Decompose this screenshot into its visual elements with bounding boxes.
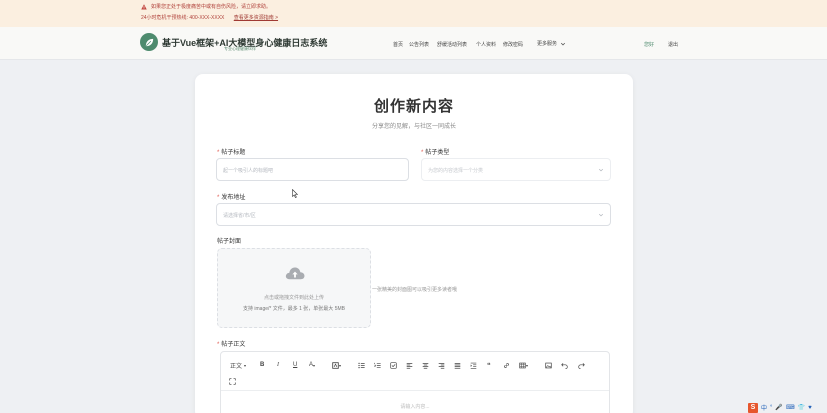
nav-profile[interactable]: 个人资料 [476,41,496,48]
link-icon [504,362,509,368]
todo-list-button[interactable] [390,360,397,370]
align-center-button[interactable] [422,360,429,370]
upload-tip: 支持 image/* 文件，最多 1 张，单张最大 5MB [243,306,345,312]
insert-table-button[interactable]: ▾ [519,360,528,370]
location-select[interactable]: 请选择省/市/区 [216,203,611,226]
alert-hotline-row: 24小时危机干预热线: 400-XXX-XXXX 查看更多资源指南 > [141,14,278,21]
align-left-button[interactable] [406,360,413,370]
post-title-label: * 帖子标题 [217,150,246,156]
nav-home[interactable]: 首页 [393,41,403,48]
ime-voice-icon[interactable]: 🎤 [775,404,782,411]
underline-button[interactable]: U [293,360,297,370]
create-post-card: 创作新内容 分享您的见解，与社区一同成长 * 帖子标题 起一个吸引人的标题吧 * 帖… [195,74,633,413]
table-icon [519,362,526,368]
nav-announcements[interactable]: 公告列表 [409,41,429,48]
resources-link[interactable]: 查看更多资源指南 > [234,15,278,21]
warning-icon [141,3,147,10]
bold-button[interactable]: B [260,360,264,370]
paragraph-style-select[interactable]: 正文 ▾ [230,360,246,370]
chevron-down-icon [560,42,566,45]
ime-more-icon[interactable]: ♥ [808,405,812,411]
nav-change-password[interactable]: 修改密码 [503,41,523,48]
ime-language-toggle[interactable]: 中 [761,403,767,412]
bullet-list-icon [358,362,365,368]
font-color-button[interactable]: A ▾ [309,360,315,370]
numbered-list-icon [374,362,381,368]
alert-message: 如果您正处于极度痛苦中或有自伤风险，请立即求助。 [141,3,271,10]
ime-skin-icon[interactable]: 👕 [798,404,805,411]
cover-label: 帖子封面 [217,239,242,245]
quote-button[interactable]: ❝ [487,360,491,370]
cover-side-hint: 一张精美的封面图可以吸引更多读者哦 [372,287,458,293]
justify-icon [454,362,461,369]
align-left-icon [406,362,413,369]
site-header: 基于Vue框架+AI大模型身心健康日志系统 专业心理健康伙伴 首页 公告列表 舒… [0,27,827,60]
quote-icon: ❝ [487,362,491,369]
required-mark: * [421,150,424,156]
chevron-down-icon [598,213,604,217]
bullet-list-button[interactable] [358,360,365,370]
fullscreen-icon [229,377,236,385]
location-placeholder: 请选择省/市/区 [223,213,256,219]
indent-button[interactable] [470,360,477,370]
leaf-logo-icon[interactable] [140,33,158,51]
page-subtitle: 分享您的见解，与社区一同成长 [371,124,456,130]
undo-button[interactable] [561,360,568,370]
post-type-label: * 帖子类型 [421,150,450,156]
background-color-button[interactable]: ▾ [332,360,341,370]
required-mark: * [217,195,220,201]
upload-instruction: 点击或拖拽文件到此处上传 [263,295,324,301]
rich-text-editor[interactable]: 正文 ▾ B I U A ▾ ▾ ❝ ▾ 请输入内容... [220,351,610,413]
location-label: * 发布地址 [217,195,246,201]
post-type-select[interactable]: 为您的内容选择一个分类 [421,158,611,181]
highlight-icon [332,361,339,369]
required-mark: * [217,342,220,348]
more-services-label: 更多服务 [537,41,558,47]
redo-button[interactable] [578,360,585,370]
justify-button[interactable] [454,360,461,370]
body-label: * 帖子正文 [217,342,246,348]
checkbox-icon [390,361,397,369]
site-subtitle: 专业心理健康伙伴 [224,46,256,51]
chevron-down-icon: ▾ [244,362,247,368]
crisis-alert-bar: 如果您正处于极度痛苦中或有自伤风险，请立即求助。 24小时危机干预热线: 400… [0,0,827,27]
logout-button[interactable]: 退出 [668,41,678,48]
mouse-cursor-icon [292,189,298,198]
insert-link-button[interactable] [503,360,510,370]
ime-keyboard-icon[interactable]: ⌨ [786,404,795,411]
redo-icon [578,362,585,369]
nav-activities[interactable]: 舒缓活动列表 [437,41,467,48]
page-title: 创作新内容 [373,98,454,115]
ime-punctuation-toggle[interactable]: ° [770,405,772,411]
italic-button[interactable]: I [277,360,279,370]
indent-icon [470,362,477,369]
undo-icon [561,362,568,369]
required-mark: * [217,150,220,156]
user-greeting[interactable]: 您好 [644,41,654,48]
numbered-list-button[interactable] [374,360,381,370]
post-title-placeholder: 起一个吸引人的标题吧 [223,168,274,174]
align-center-icon [422,362,429,369]
post-type-placeholder: 为您的内容选择一个分类 [428,168,484,174]
align-right-button[interactable] [438,360,445,370]
insert-image-button[interactable] [545,360,552,370]
ime-tray[interactable]: S 中 ° 🎤 ⌨ 👕 ♥ [748,402,812,413]
cloud-upload-icon [285,267,305,280]
image-icon [545,362,552,368]
hotline-text: 24小时危机干预热线: 400-XXX-XXXX [141,15,225,21]
chevron-down-icon [598,168,604,172]
ime-logo-icon[interactable]: S [748,402,758,413]
toolbar-divider [221,390,609,391]
more-services-menu[interactable]: 更多服务 [537,40,566,47]
fullscreen-button[interactable] [229,376,236,386]
align-right-icon [438,362,445,369]
editor-placeholder: 请输入内容... [400,404,430,410]
post-title-input[interactable]: 起一个吸引人的标题吧 [216,158,409,181]
cover-upload-area[interactable]: 点击或拖拽文件到此处上传 支持 image/* 文件，最多 1 张，单张最大 5… [217,248,371,328]
